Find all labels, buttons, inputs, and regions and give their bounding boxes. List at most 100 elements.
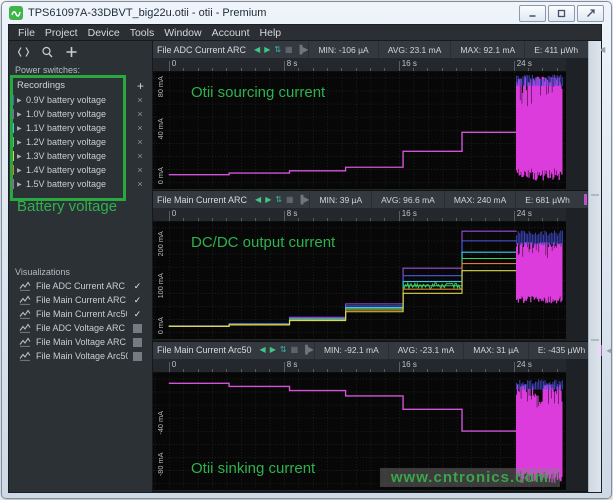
chart-stats: MIN: -106 µAAVG: 23.1 mAMAX: 92.1 mAE: 4… [308, 41, 587, 58]
menu-item-account[interactable]: Account [207, 26, 255, 40]
visualization-checkbox[interactable] [133, 338, 142, 347]
play-to-end-icon[interactable]: ▐▶ [297, 46, 309, 54]
collapse-arrow-icon[interactable]: ◀ [602, 346, 612, 355]
remove-recording-button[interactable]: × [135, 151, 145, 161]
chart-stats: MIN: 39 µAAVG: 96.6 mAMAX: 240 mAE: 681 … [309, 191, 578, 208]
expand-triangle-icon[interactable]: ▶ [17, 111, 26, 118]
grid-view-icon[interactable]: ▦ [285, 46, 293, 54]
time-ruler[interactable]: 08 s16 s24 s [153, 208, 566, 222]
ruler-tick-label: 8 s [287, 360, 298, 369]
chart-stats: MIN: -92.1 mAAVG: -23.1 mAMAX: 31 µAE: -… [314, 342, 594, 359]
vertical-scrollbar[interactable] [588, 41, 601, 492]
visualization-label: File Main Voltage Arc50 [36, 351, 128, 361]
nav-left-icon[interactable]: ◀ [255, 196, 261, 204]
nav-right-icon[interactable]: ▶ [270, 346, 276, 354]
add-recording-button[interactable]: + [137, 81, 144, 91]
magnifier-icon[interactable] [41, 46, 54, 58]
play-to-end-icon[interactable]: ▐▶ [298, 196, 310, 204]
chart-annotation: Otii sourcing current [191, 84, 325, 101]
remove-recording-button[interactable]: × [135, 137, 145, 147]
expand-triangle-icon[interactable]: ▶ [17, 97, 26, 104]
stat-energy: E: 411 µWh [524, 41, 587, 58]
fit-selection-icon[interactable] [17, 46, 30, 58]
time-ruler[interactable]: 08 s16 s24 s [153, 359, 566, 373]
play-to-end-icon[interactable]: ▐▶ [302, 346, 314, 354]
app-window: TPS61097A-33DBVT_big22u.otii - otii - Pr… [1, 1, 612, 499]
menu-item-help[interactable]: Help [255, 26, 287, 40]
menu-item-window[interactable]: Window [159, 26, 206, 40]
remove-recording-button[interactable]: × [135, 179, 145, 189]
visualization-checkbox[interactable]: ✓ [132, 281, 143, 291]
recording-item[interactable]: ▶ 1.4V battery voltage × [9, 163, 152, 177]
scrollbar-mark [591, 339, 599, 341]
menu-item-device[interactable]: Device [83, 26, 125, 40]
ruler-tick-label: 0 [172, 209, 176, 218]
minimize-icon [528, 9, 537, 18]
visualization-checkbox[interactable] [133, 324, 142, 333]
recording-item[interactable]: ▶ 1.5V battery voltage × [9, 177, 152, 191]
remove-recording-button[interactable]: × [135, 123, 145, 133]
chart-annotation: DC/DC output current [191, 234, 335, 251]
time-ruler[interactable]: 08 s16 s24 s [153, 58, 566, 72]
plot-area[interactable]: 0 mA100 mA200 mA DC/DC output current [153, 222, 566, 340]
recording-item[interactable]: ▶ 1.2V battery voltage × [9, 135, 152, 149]
recording-item[interactable]: ▶ 0.9V battery voltage × [9, 93, 152, 107]
stat-energy: E: 681 µWh [515, 191, 579, 208]
zoom-vertical-icon[interactable]: ⇅ [275, 196, 282, 204]
visualization-item[interactable]: File Main Voltage ARC [9, 335, 152, 349]
recording-item[interactable]: ▶ 1.0V battery voltage × [9, 107, 152, 121]
visualization-item[interactable]: File Main Current Arc50 ✓ [9, 307, 152, 321]
recording-item[interactable]: ▶ 1.3V battery voltage × [9, 149, 152, 163]
pan-icon[interactable] [65, 46, 78, 58]
nav-right-icon[interactable]: ▶ [264, 46, 270, 54]
ruler-tick-label: 8 s [287, 59, 298, 68]
stat-avg: AVG: 96.6 mA [371, 191, 444, 208]
recording-label: 1.2V battery voltage [26, 137, 135, 147]
zoom-vertical-icon[interactable]: ⇅ [274, 46, 281, 54]
visualization-checkbox[interactable]: ✓ [132, 295, 143, 305]
stat-min: MIN: 39 µA [309, 191, 371, 208]
recordings-panel: Recordings + ▶ 0.9V battery voltage × ▶ … [9, 78, 152, 191]
grid-view-icon[interactable]: ▦ [286, 196, 294, 204]
ruler-tick-label: 24 s [517, 360, 532, 369]
expand-triangle-icon[interactable]: ▶ [17, 125, 26, 132]
grid-view-icon[interactable]: ▦ [291, 346, 299, 354]
titlebar[interactable]: TPS61097A-33DBVT_big22u.otii - otii - Pr… [2, 2, 611, 24]
nav-left-icon[interactable]: ◀ [260, 346, 266, 354]
visualization-item[interactable]: File ADC Voltage ARC [9, 321, 152, 335]
sidebar-toolbar [9, 41, 152, 63]
visualization-item[interactable]: File Main Voltage Arc50 [9, 349, 152, 363]
svg-text:100 mA: 100 mA [156, 273, 165, 298]
remove-recording-button[interactable]: × [135, 165, 145, 175]
svg-text:0 mA: 0 mA [156, 317, 165, 334]
svg-text:-40 mA: -40 mA [156, 411, 165, 435]
maximize-button[interactable] [548, 5, 575, 22]
minimize-button[interactable] [519, 5, 546, 22]
visualization-item[interactable]: File Main Current ARC ✓ [9, 293, 152, 307]
visualizations-header: Visualizations [9, 265, 152, 279]
menu-item-tools[interactable]: Tools [125, 26, 160, 40]
remove-recording-button[interactable]: × [135, 95, 145, 105]
expand-triangle-icon[interactable]: ▶ [17, 139, 26, 146]
line-chart-icon [19, 337, 31, 347]
visualizations-panel: Visualizations File ADC Current ARC ✓ Fi… [9, 265, 152, 363]
plot-area[interactable]: 0 mA40 mA80 mA Otii sourcing current [153, 72, 566, 190]
visualization-item[interactable]: File ADC Current ARC ✓ [9, 279, 152, 293]
expand-triangle-icon[interactable]: ▶ [17, 153, 26, 160]
stat-min: MIN: -92.1 mA [314, 342, 388, 359]
stat-avg: AVG: 23.1 mA [378, 41, 451, 58]
remove-recording-button[interactable]: × [135, 109, 145, 119]
menu-item-file[interactable]: File [13, 26, 40, 40]
menu-item-project[interactable]: Project [40, 26, 83, 40]
close-button[interactable] [577, 5, 604, 22]
nav-left-icon[interactable]: ◀ [254, 46, 260, 54]
nav-right-icon[interactable]: ▶ [265, 196, 271, 204]
svg-text:40 mA: 40 mA [156, 118, 165, 139]
expand-triangle-icon[interactable]: ▶ [17, 181, 26, 188]
zoom-vertical-icon[interactable]: ⇅ [280, 346, 287, 354]
expand-triangle-icon[interactable]: ▶ [17, 167, 26, 174]
visualization-checkbox[interactable] [133, 352, 142, 361]
line-chart-icon [19, 295, 31, 305]
recording-item[interactable]: ▶ 1.1V battery voltage × [9, 121, 152, 135]
visualization-checkbox[interactable]: ✓ [132, 309, 143, 319]
